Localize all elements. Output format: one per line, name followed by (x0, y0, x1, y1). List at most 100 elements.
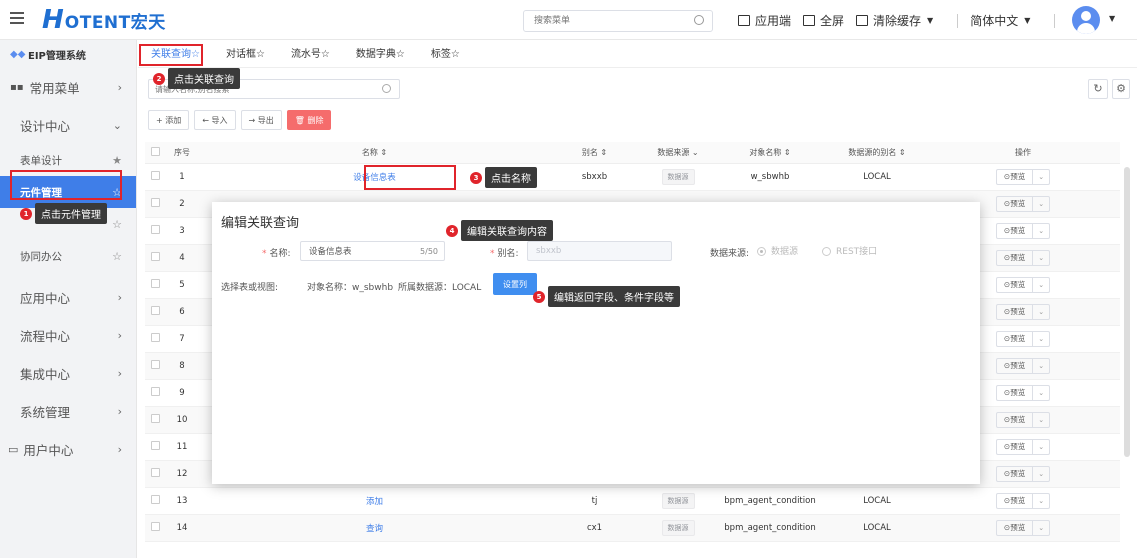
preview-button[interactable]: ⊙预览 (997, 413, 1034, 427)
search-icon[interactable] (694, 15, 704, 25)
preview-button[interactable]: ⊙预览 (997, 332, 1034, 346)
vertical-scrollbar[interactable] (1124, 167, 1130, 457)
sidebar-item-flow-center[interactable]: 流程中心 › (0, 316, 136, 354)
sidebar-item-system-mgmt[interactable]: 系统管理 › (0, 392, 136, 430)
row-actions: ⊙预览 ⌄ (995, 412, 1051, 428)
sidebar-item-common-menu[interactable]: ▪▪ 常用菜单 › (0, 68, 136, 106)
chevron-down-icon[interactable]: ⌄ (1033, 335, 1049, 343)
highlight-linked-query-tab (139, 44, 203, 66)
tab-serial-number[interactable]: 流水号☆ (278, 45, 343, 67)
menu-search-input[interactable] (524, 11, 684, 31)
table-row[interactable]: 14 查询 cx1 数据源 bpm_agent_condition LOCAL ⊙预览 ⌄ (145, 515, 1120, 542)
name-field[interactable]: 设备信息表 5/50 (300, 241, 445, 261)
language-select[interactable]: 简体中文 ▼ (970, 12, 1030, 29)
source-radio-datasource[interactable]: 数据源 (757, 244, 798, 257)
row-checkbox[interactable] (151, 522, 160, 531)
row-index: 2 (179, 199, 185, 209)
header-object[interactable]: 对象名称 ⇕ (719, 147, 821, 158)
caret-down-icon: ▼ (927, 16, 934, 25)
preview-button[interactable]: ⊙预览 (997, 224, 1034, 238)
row-checkbox[interactable] (151, 279, 160, 288)
row-checkbox[interactable] (151, 387, 160, 396)
chevron-down-icon[interactable]: ⌄ (1033, 362, 1049, 370)
row-checkbox[interactable] (151, 198, 160, 207)
table-row[interactable]: 1 设备信息表 sbxxb 数据源 w_sbwhb LOCAL ⊙预览 ⌄ (145, 164, 1120, 191)
sidebar-item-user-center[interactable]: ▭ 用户中心 › (0, 430, 136, 468)
export-button[interactable]: → 导出 (240, 110, 282, 130)
header-name[interactable]: 名称 ⇕ (197, 147, 552, 158)
search-icon[interactable] (382, 84, 391, 93)
tab-dialog[interactable]: 对话框☆ (213, 45, 278, 67)
header-ds-alias[interactable]: 数据源的别名 ⇕ (821, 147, 933, 158)
row-checkbox[interactable] (151, 252, 160, 261)
row-name-link[interactable]: 查询 (366, 524, 383, 534)
row-name-link[interactable]: 添加 (366, 497, 383, 507)
star-icon[interactable]: ☆ (112, 250, 122, 263)
sidebar-item-integration-center[interactable]: 集成中心 › (0, 354, 136, 392)
preview-button[interactable]: ⊙预览 (997, 494, 1034, 508)
row-checkbox[interactable] (151, 333, 160, 342)
add-button[interactable]: + 添加 (148, 110, 190, 130)
row-checkbox[interactable] (151, 495, 160, 504)
preview-button[interactable]: ⊙预览 (997, 251, 1034, 265)
select-all-checkbox[interactable] (151, 147, 160, 156)
chevron-down-icon[interactable]: ⌄ (1033, 470, 1049, 478)
row-checkbox[interactable] (151, 306, 160, 315)
header-ops: 操作 (1015, 148, 1031, 157)
row-index: 12 (176, 469, 188, 479)
tab-label[interactable]: 标签☆ (418, 45, 473, 67)
chevron-down-icon[interactable]: ⌄ (1033, 524, 1049, 532)
fullscreen-button[interactable]: 全屏 (803, 12, 844, 29)
import-button[interactable]: ← 导入 (194, 110, 236, 130)
chevron-down-icon[interactable]: ⌄ (1033, 173, 1049, 181)
chevron-down-icon[interactable]: ⌄ (1033, 308, 1049, 316)
chevron-down-icon[interactable]: ⌄ (1033, 200, 1049, 208)
preview-button[interactable]: ⊙预览 (997, 440, 1034, 454)
chevron-down-icon[interactable]: ⌄ (1033, 416, 1049, 424)
preview-button[interactable]: ⊙预览 (997, 278, 1034, 292)
clear-cache-button[interactable]: 清除缓存 ▼ (856, 12, 933, 29)
preview-button[interactable]: ⊙预览 (997, 359, 1034, 373)
caret-down-icon[interactable]: ▼ (1109, 14, 1115, 23)
sidebar-item-label: 系统管理 (20, 404, 71, 420)
preview-button[interactable]: ⊙预览 (997, 305, 1034, 319)
chevron-down-icon[interactable]: ⌄ (1033, 281, 1049, 289)
sidebar-item-app-center[interactable]: 应用中心 › (0, 278, 136, 316)
chevron-down-icon[interactable]: ⌄ (1033, 443, 1049, 451)
row-index: 5 (179, 280, 185, 290)
star-icon[interactable]: ☆ (112, 218, 122, 231)
row-checkbox[interactable] (151, 468, 160, 477)
chevron-down-icon[interactable]: ⌄ (1033, 497, 1049, 505)
row-checkbox[interactable] (151, 171, 160, 180)
source-radio-rest[interactable]: REST接口 (822, 244, 877, 257)
chevron-down-icon[interactable]: ⌄ (1033, 389, 1049, 397)
header-source[interactable]: 数据来源 ⌄ (637, 147, 719, 158)
row-checkbox[interactable] (151, 414, 160, 423)
preview-button[interactable]: ⊙预览 (997, 197, 1034, 211)
delete-button[interactable]: 🗑 删除 (286, 110, 332, 130)
chevron-down-icon[interactable]: ⌄ (1033, 254, 1049, 262)
row-checkbox[interactable] (151, 360, 160, 369)
preview-button[interactable]: ⊙预览 (997, 386, 1034, 400)
menu-search[interactable] (523, 10, 713, 32)
chevron-down-icon[interactable]: ⌄ (1033, 227, 1049, 235)
menu-toggle-icon[interactable] (10, 12, 24, 26)
sidebar-sub-collaboration[interactable]: 协同办公 ☆ (0, 240, 136, 272)
preview-button[interactable]: ⊙预览 (997, 467, 1034, 481)
app-end-button[interactable]: 应用端 (738, 12, 791, 29)
row-checkbox[interactable] (151, 441, 160, 450)
preview-button[interactable]: ⊙预览 (997, 170, 1034, 184)
header-alias[interactable]: 别名 ⇕ (552, 147, 637, 158)
tab-data-dictionary[interactable]: 数据字典☆ (343, 45, 418, 67)
preview-button[interactable]: ⊙预览 (997, 521, 1034, 535)
refresh-icon[interactable]: ↻ (1088, 79, 1108, 99)
table-row[interactable]: 13 添加 tj 数据源 bpm_agent_condition LOCAL ⊙预览 ⌄ (145, 488, 1120, 515)
gear-icon[interactable]: ⚙ (1112, 79, 1130, 99)
set-columns-button[interactable]: 设置列 (493, 273, 537, 295)
sidebar-item-design-center[interactable]: 设计中心 ⌄ (0, 106, 136, 144)
avatar[interactable] (1072, 6, 1100, 34)
star-icon[interactable]: ★ (112, 154, 122, 167)
row-checkbox[interactable] (151, 225, 160, 234)
row-index: 14 (176, 523, 188, 533)
sidebar-sub-label: 协同办公 (20, 250, 62, 263)
